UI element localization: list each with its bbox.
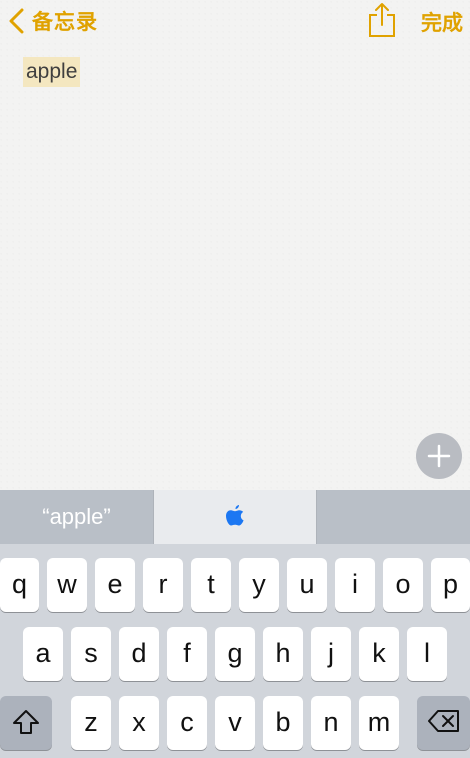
done-button[interactable]: 完成 [421,7,463,37]
add-button[interactable] [416,433,462,479]
key-z[interactable]: z [71,696,111,750]
share-icon [369,3,395,37]
share-button[interactable] [368,2,396,38]
key-k[interactable]: k [359,627,399,681]
key-m[interactable]: m [359,696,399,750]
keyboard: “apple” q w e r t y u i o p a s d f g h … [0,490,470,758]
key-v[interactable]: v [215,696,255,750]
key-b[interactable]: b [263,696,303,750]
key-g[interactable]: g [215,627,255,681]
key-f[interactable]: f [167,627,207,681]
key-e[interactable]: e [95,558,135,612]
suggestion-item-1[interactable]: “apple” [0,490,153,544]
suggestion-item-3[interactable] [317,490,470,544]
key-n[interactable]: n [311,696,351,750]
back-button[interactable]: 备忘录 [8,6,98,36]
key-t[interactable]: t [191,558,231,612]
shift-icon [13,710,39,734]
key-s[interactable]: s [71,627,111,681]
suggestion-bar: “apple” [0,490,470,544]
key-l[interactable]: l [407,627,447,681]
key-i[interactable]: i [335,558,375,612]
note-body-text[interactable]: apple [23,57,81,87]
back-button-label: 备忘录 [32,11,98,34]
key-h[interactable]: h [263,627,303,681]
key-j[interactable]: j [311,627,351,681]
key-d[interactable]: d [119,627,159,681]
key-q[interactable]: q [0,558,39,612]
chevron-left-icon [9,8,24,34]
suggestion-item-2[interactable] [154,490,316,544]
key-a[interactable]: a [23,627,63,681]
plus-icon [427,444,451,468]
key-x[interactable]: x [119,696,159,750]
navigation-bar: 备忘录 完成 [0,0,470,44]
key-u[interactable]: u [287,558,327,612]
delete-key[interactable] [417,696,470,750]
shift-key[interactable] [0,696,52,750]
key-w[interactable]: w [47,558,87,612]
delete-icon [427,710,459,732]
key-o[interactable]: o [383,558,423,612]
apple-logo-icon [226,505,244,526]
key-y[interactable]: y [239,558,279,612]
key-p[interactable]: p [431,558,470,612]
key-c[interactable]: c [167,696,207,750]
key-r[interactable]: r [143,558,183,612]
